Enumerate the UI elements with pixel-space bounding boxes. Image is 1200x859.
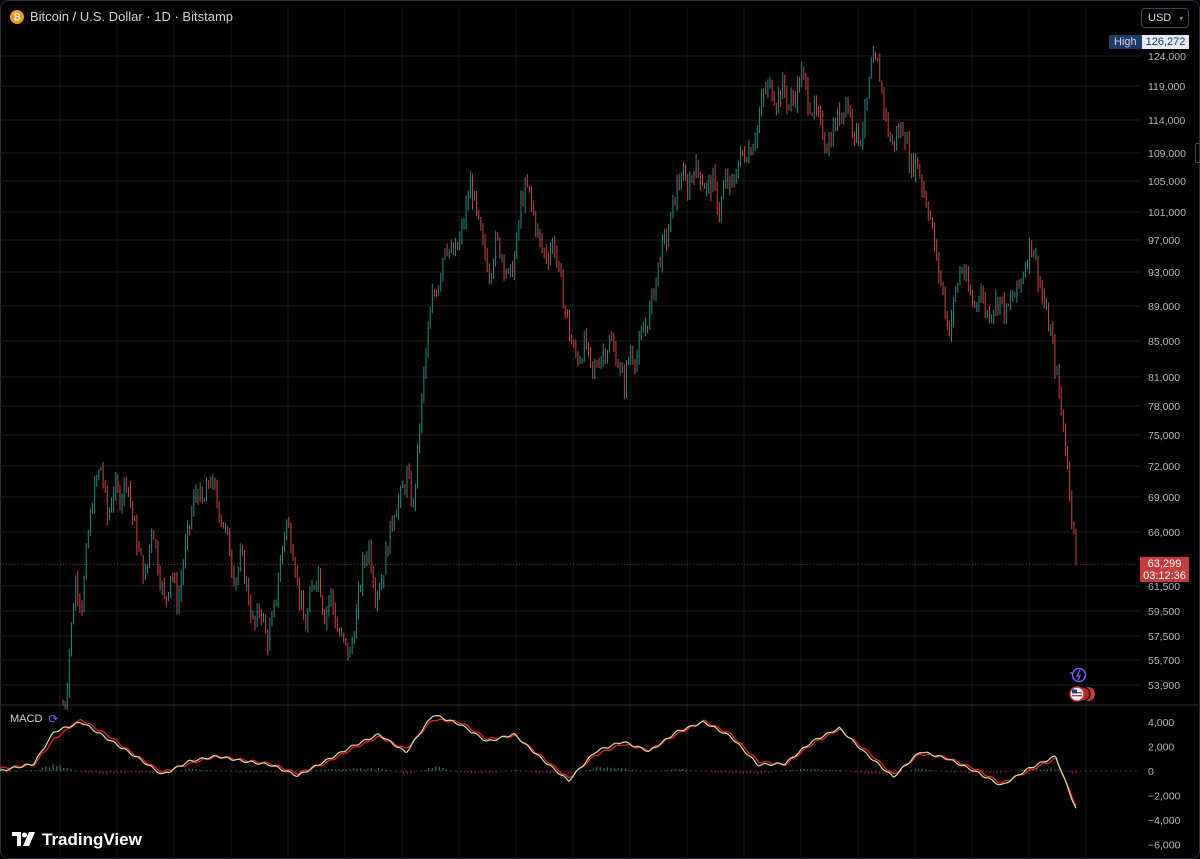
price-tick-label: 101,000 [1148,207,1186,219]
price-tick-label: 89,000 [1148,301,1180,313]
currency-selector[interactable]: USD ▾ [1141,8,1189,28]
tradingview-watermark: TradingView [12,830,142,850]
currency-value: USD [1148,12,1172,24]
price-tick-label: 119,000 [1148,81,1185,93]
scale-drag-handle[interactable] [1195,143,1200,163]
tradingview-logo-icon [12,831,36,849]
macd-tick-label: 4,000 [1148,717,1174,729]
price-tick-label: 114,000 [1148,115,1185,127]
price-tick-label: 59,500 [1148,606,1180,618]
price-tick-label: 66,000 [1148,527,1180,539]
price-tick-label: 61,500 [1148,581,1180,593]
macd-tick-label: 2,000 [1148,742,1174,754]
price-tick-label: 57,500 [1148,631,1180,643]
us-flag-event-icon[interactable] [1068,686,1096,702]
high-price-marker: High 126,272 [1109,35,1190,49]
price-tick-label: 78,000 [1148,401,1180,413]
price-tick-label: 55,700 [1148,655,1180,667]
price-tick-label: 93,000 [1148,267,1180,279]
chart-canvas[interactable]: 124,000 119,000 114,000 109,000 105,000 101,0… [0,0,1200,859]
price-tick-label: 109,000 [1148,148,1186,160]
price-tick-label: 53,900 [1148,680,1180,692]
price-tick-label: 75,000 [1148,430,1180,442]
price-tick-label: 81,000 [1148,372,1180,384]
alert-icon[interactable] [1067,667,1087,683]
brand-text: TradingView [42,830,142,849]
bitcoin-icon: ₿ [10,9,24,24]
high-value: 126,272 [1141,35,1190,49]
price-tick-label: 85,000 [1148,336,1180,348]
refresh-icon[interactable]: ⟳ [48,712,58,726]
macd-pane-label[interactable]: MACD ⟳ [10,712,58,726]
price-tick-label: 124,000 [1148,51,1186,63]
price-tick-label: 105,000 [1148,176,1186,188]
last-price-tag: 63,299 03:12:36 [1140,557,1189,582]
macd-tick-label: −6,000 [1148,840,1181,852]
last-price-value: 63,299 [1147,558,1182,570]
macd-tick-label: −2,000 [1148,791,1181,803]
macd-tick-label: 0 [1148,766,1154,778]
price-tick-label: 69,000 [1148,492,1180,504]
chevron-down-icon: ▾ [1179,13,1184,23]
macd-tick-label: −4,000 [1148,815,1181,827]
macd-title: MACD [10,713,43,725]
bar-countdown: 03:12:36 [1143,570,1186,582]
price-tick-label: 72,000 [1148,461,1180,473]
symbol-title[interactable]: Bitcoin / U.S. Dollar · 1D · Bitstamp [30,9,233,24]
high-label: High [1109,35,1142,49]
price-tick-label: 97,000 [1148,235,1180,247]
chart-header: ₿ Bitcoin / U.S. Dollar · 1D · Bitstamp [10,9,233,24]
